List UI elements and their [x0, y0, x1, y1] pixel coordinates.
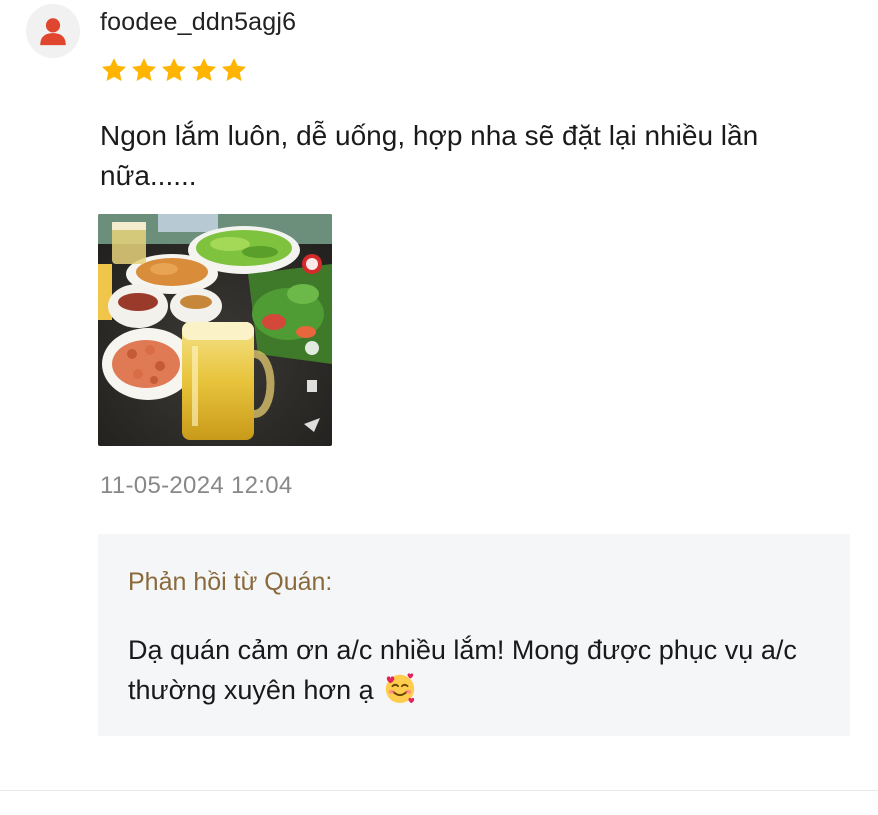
star-icon — [191, 58, 217, 81]
star-rating — [100, 56, 248, 88]
shop-reply-body: Dạ quán cảm ơn a/c nhiều lắm! Mong được … — [128, 630, 828, 710]
review-text: Ngon lắm luôn, dễ uống, hợp nha sẽ đặt l… — [100, 120, 759, 191]
smiling-face-with-hearts-icon — [385, 673, 415, 704]
user-icon — [40, 18, 66, 46]
divider — [0, 790, 878, 791]
star-icon — [221, 58, 247, 81]
review-timestamp: 11-05-2024 12:04 — [100, 472, 293, 499]
star-icon — [101, 58, 127, 81]
avatar[interactable] — [26, 4, 80, 58]
shop-reply-text: Dạ quán cảm ơn a/c nhiều lắm! Mong được … — [128, 635, 797, 705]
review-photo[interactable] — [98, 214, 332, 446]
food-photo-image — [98, 214, 332, 446]
shop-reply: Phản hồi từ Quán: Dạ quán cảm ơn a/c nhi… — [98, 534, 850, 736]
star-icon — [161, 58, 187, 81]
reviewer-username[interactable]: foodee_ddn5agj6 — [100, 8, 296, 37]
shop-reply-label: Phản hồi từ Quán: — [128, 568, 333, 596]
star-icon — [131, 58, 157, 81]
